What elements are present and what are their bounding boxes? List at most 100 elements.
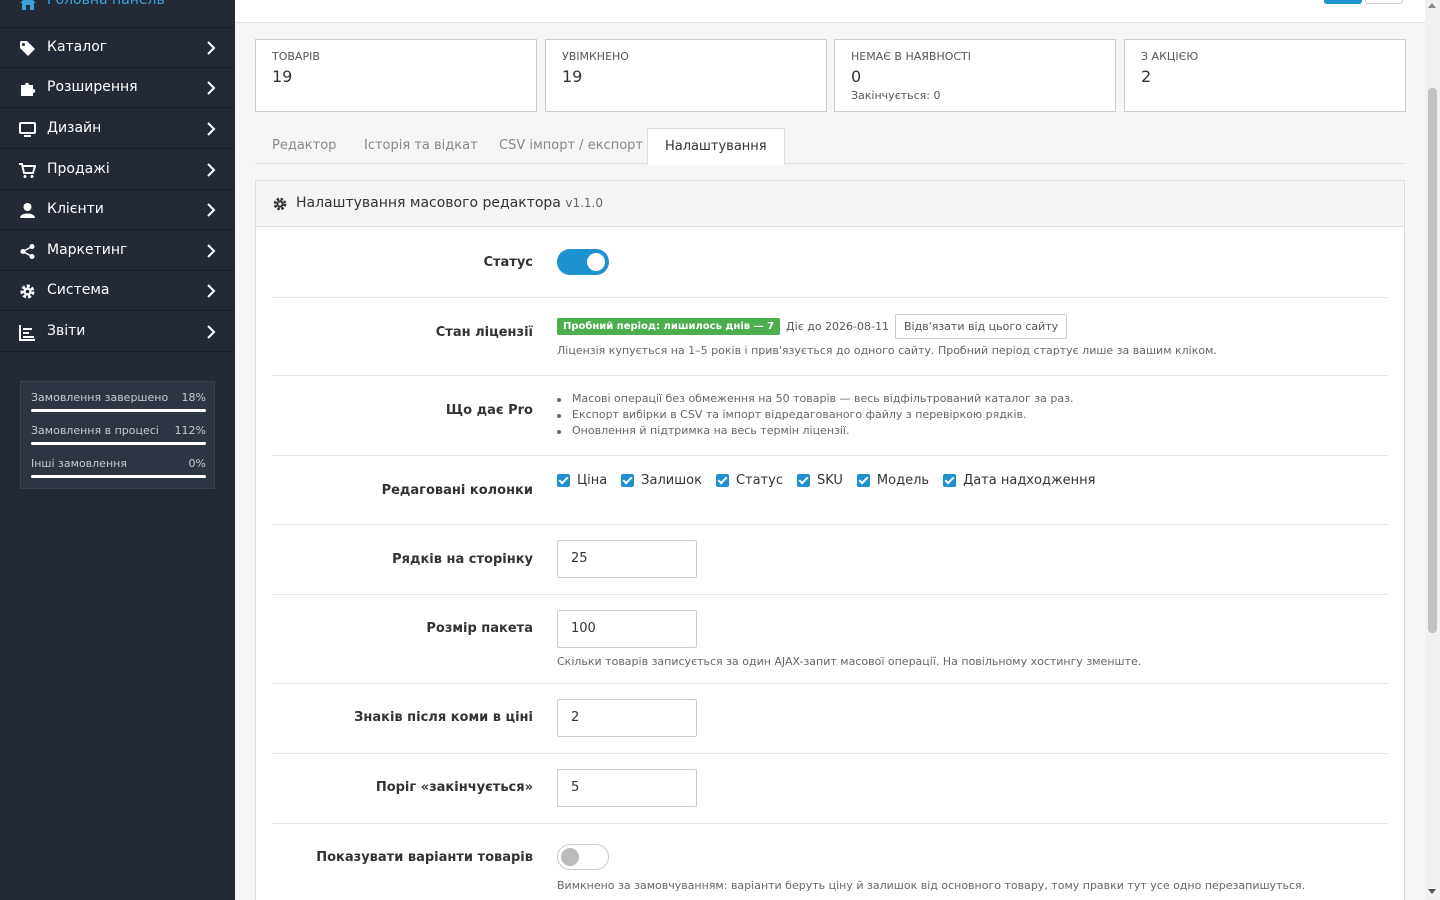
scrollbar-thumb[interactable] <box>1428 88 1437 633</box>
sidebar-item-label: Продажі <box>47 161 110 177</box>
back-button[interactable] <box>1365 0 1403 4</box>
settings-panel: Налаштування масового редактора v1.1.0 С… <box>255 180 1405 900</box>
checkbox-status[interactable]: Статус <box>715 473 783 488</box>
sidebar-item-label: Каталог <box>47 39 108 55</box>
license-label: Стан ліцензії <box>435 325 533 340</box>
rows-per-page-input[interactable]: 25 <box>557 540 697 578</box>
home-icon <box>20 0 36 10</box>
threshold-input[interactable]: 5 <box>557 769 697 807</box>
status-label: Статус <box>483 255 533 270</box>
batch-size-label: Розмір пакета <box>426 621 533 636</box>
sidebar-item-customers[interactable]: Клієнти <box>0 190 235 230</box>
rows-per-page-label: Рядків на сторінку <box>392 552 533 567</box>
stat-card-on-sale: З АКЦІЄЮ 2 <box>1124 39 1406 112</box>
sidebar: Головна панель Каталог Розширення Дизайн… <box>0 0 235 900</box>
monitor-icon <box>19 122 36 137</box>
sidebar-item-label: Розширення <box>47 79 138 95</box>
chevron-right-icon <box>207 244 216 258</box>
chevron-right-icon <box>207 325 216 339</box>
sidebar-item-sales[interactable]: Продажі <box>0 150 235 190</box>
progress-bar <box>31 475 206 478</box>
tab-editor[interactable]: Редактор <box>255 128 353 164</box>
status-toggle[interactable] <box>557 249 609 275</box>
sidebar-item-extensions[interactable]: Розширення <box>0 68 235 108</box>
variants-toggle[interactable] <box>557 844 609 870</box>
stat-card-enabled: УВІМКНЕНО 19 <box>545 39 827 112</box>
chevron-right-icon <box>207 122 216 136</box>
sidebar-item-marketing[interactable]: Маркетинг <box>0 231 235 271</box>
trial-badge: Пробний період: лишилось днів — 7 <box>557 318 781 335</box>
order-stat-processing: Замовлення в процесі 112% <box>31 424 206 454</box>
page-header <box>235 0 1425 23</box>
progress-bar <box>31 409 206 412</box>
form-row-batch-size: Розмір пакета 100 Скільки товарів запису… <box>272 595 1388 684</box>
sidebar-item-label: Головна панель <box>47 0 165 8</box>
decimals-input[interactable]: 2 <box>557 699 697 737</box>
scroll-down-arrow[interactable] <box>1428 889 1436 894</box>
batch-size-input[interactable]: 100 <box>557 610 697 648</box>
panel-title: Налаштування масового редактора v1.1.0 <box>296 195 603 211</box>
pro-features-list: Масові операції без обмеження на 50 това… <box>540 391 1073 439</box>
gear-icon <box>20 284 35 299</box>
checkbox-price[interactable]: Ціна <box>557 473 607 488</box>
order-stats: Замовлення завершено 18% Замовлення в пр… <box>20 381 215 489</box>
sidebar-item-catalog[interactable]: Каталог <box>0 28 235 68</box>
variants-label: Показувати варіанти товарів <box>316 850 533 865</box>
chevron-right-icon <box>207 81 216 95</box>
chevron-right-icon <box>207 284 216 298</box>
scroll-up-arrow[interactable] <box>1428 3 1436 8</box>
tab-history[interactable]: Історія та відкат <box>347 128 495 164</box>
sidebar-item-label: Звіти <box>47 323 86 339</box>
checkbox-checked[interactable] <box>715 474 729 487</box>
checkbox-model[interactable]: Модель <box>856 473 929 488</box>
stat-card-out-of-stock: НЕМАЄ В НАЯВНОСТІ 0 Закінчується: 0 <box>834 39 1116 112</box>
batch-size-help: Скільки товарів записується за один AJAX… <box>557 655 1142 668</box>
list-item: Оновлення й підтримка на весь термін ліц… <box>540 423 1073 439</box>
order-stat-completed: Замовлення завершено 18% <box>31 391 206 421</box>
share-icon <box>20 244 35 259</box>
chevron-right-icon <box>207 203 216 217</box>
checkbox-checked[interactable] <box>856 474 870 487</box>
form-row-decimals: Знаків після коми в ціні 2 <box>272 684 1388 754</box>
cart-icon <box>19 163 36 178</box>
decimals-label: Знаків після коми в ціні <box>354 710 533 725</box>
checkbox-checked[interactable] <box>943 474 957 487</box>
checkbox-stock[interactable]: Залишок <box>621 473 702 488</box>
sidebar-item-label: Дизайн <box>47 120 102 136</box>
checkbox-sku[interactable]: SKU <box>796 473 843 488</box>
list-item: Експорт вибірки в CSV та імпорт відредаг… <box>540 407 1073 423</box>
save-button[interactable] <box>1324 0 1362 4</box>
form-row-status: Статус <box>272 228 1388 298</box>
form-row-pro: Що дає Pro Масові операції без обмеження… <box>272 376 1388 456</box>
columns-label: Редаговані колонки <box>381 483 533 498</box>
sidebar-item-reports[interactable]: Звіти <box>0 312 235 352</box>
form-row-variants: Показувати варіанти товарів Вимкнено за … <box>272 824 1388 900</box>
chevron-right-icon <box>207 41 216 55</box>
license-help: Ліцензія купується на 1–5 років і прив'я… <box>557 344 1217 357</box>
puzzle-icon <box>21 82 36 96</box>
version-label: v1.1.0 <box>565 196 603 210</box>
progress-bar <box>31 442 206 445</box>
form-row-low-stock-threshold: Поріг «закінчується» 5 <box>272 754 1388 824</box>
checkbox-checked[interactable] <box>621 474 635 487</box>
sidebar-item-label: Система <box>47 282 110 298</box>
tab-settings[interactable]: Налаштування <box>647 128 785 165</box>
unbind-button[interactable]: Відв'язати від цього сайту <box>895 314 1068 339</box>
tab-csv[interactable]: CSV імпорт / експорт <box>482 128 660 164</box>
sidebar-item-design[interactable]: Дизайн <box>0 109 235 149</box>
checkbox-checked[interactable] <box>557 474 570 487</box>
gear-icon <box>273 197 287 211</box>
sidebar-item-system[interactable]: Система <box>0 271 235 311</box>
sidebar-item-dashboard[interactable]: Головна панель <box>0 0 235 28</box>
main-content: ТОВАРІВ 19 УВІМКНЕНО 19 НЕМАЄ В НАЯВНОСТ… <box>235 0 1425 900</box>
checkbox-checked[interactable] <box>796 474 810 487</box>
page-scrollbar[interactable] <box>1425 0 1440 900</box>
license-until: Діє до 2026-08-11 <box>786 320 889 333</box>
checkbox-date-available[interactable]: Дата надходження <box>943 473 1095 488</box>
form-row-columns: Редаговані колонки Ціна Залишок Статус S… <box>272 456 1388 525</box>
user-icon <box>20 203 35 218</box>
list-item: Масові операції без обмеження на 50 това… <box>540 391 1073 407</box>
stat-card-products: ТОВАРІВ 19 <box>255 39 537 112</box>
pro-label: Що дає Pro <box>445 403 533 418</box>
form-row-license: Стан ліцензії Пробний період: лишилось д… <box>272 298 1388 376</box>
